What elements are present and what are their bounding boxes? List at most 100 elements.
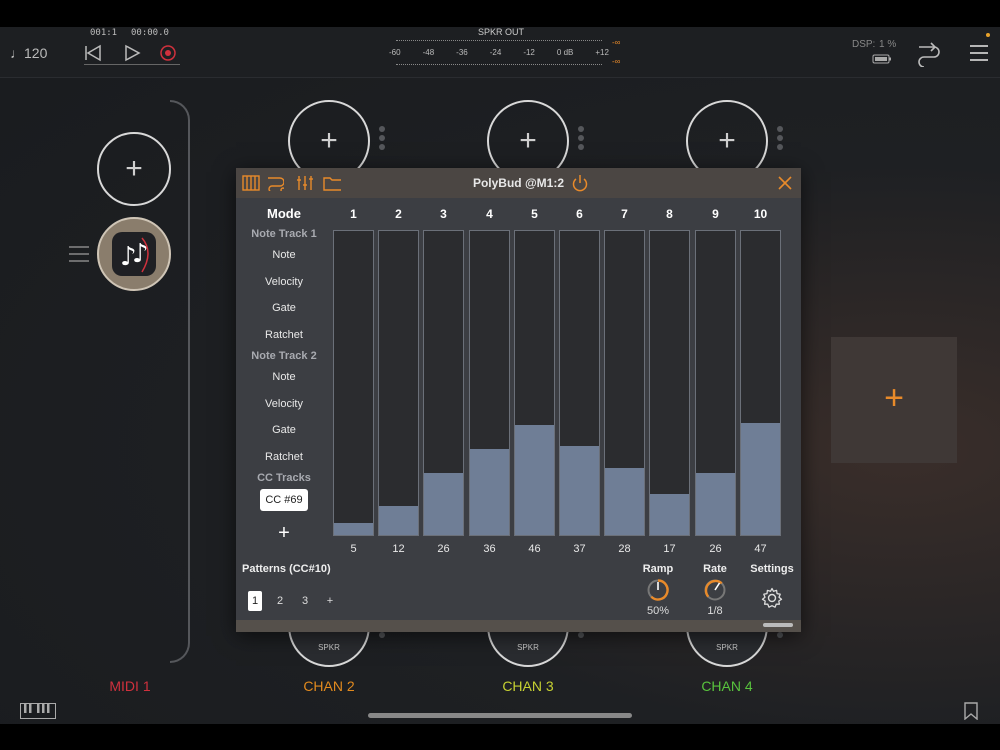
piano-keys-icon[interactable] <box>242 175 260 191</box>
meter-tick: -36 <box>456 48 468 57</box>
step-header: 6 <box>576 207 583 221</box>
polybud-app-icon: ♪ ♪ <box>112 232 156 276</box>
step-slider[interactable] <box>333 230 374 536</box>
pattern-button-3[interactable]: 3 <box>298 591 312 611</box>
plugin-header: PolyBud @M1:2 <box>236 168 801 198</box>
selected-cc-track-button[interactable]: CC #69 <box>260 489 308 511</box>
chan3-output-label: SPKR <box>517 643 539 652</box>
home-bar-area <box>0 724 1000 750</box>
time-readout: 00:00.0 <box>131 28 169 38</box>
routing-icon[interactable] <box>916 41 942 67</box>
step-slider-fill <box>424 472 463 535</box>
chan2-output-label: SPKR <box>318 643 340 652</box>
pattern-button-1[interactable]: 1 <box>248 591 262 611</box>
plus-icon: + <box>519 124 537 157</box>
step-value: 47 <box>754 543 767 555</box>
meter-ticks: -60 -48 -36 -24 -12 0 dB +12 <box>389 48 609 57</box>
step-header: 5 <box>531 207 538 221</box>
close-icon[interactable] <box>778 176 792 190</box>
mode-row-label[interactable]: Note <box>236 371 332 383</box>
folder-icon[interactable] <box>323 175 341 191</box>
resize-handle[interactable] <box>763 623 793 627</box>
mode-row-label[interactable]: Ratchet <box>236 451 332 463</box>
power-icon[interactable] <box>571 174 589 192</box>
menu-icon[interactable] <box>968 42 990 64</box>
plugin-window: PolyBud @M1:2 Mode Note Track 1 Note Veloc… <box>236 168 801 632</box>
mixer-icon[interactable] <box>296 175 314 191</box>
mode-row-label[interactable]: Velocity <box>236 276 332 288</box>
step-slider[interactable] <box>559 230 600 536</box>
chan4-output-dot <box>777 632 783 638</box>
ramp-value: 50% <box>646 605 670 617</box>
bookmark-icon[interactable] <box>963 702 979 720</box>
record-icon[interactable] <box>159 44 177 62</box>
step-slider[interactable] <box>469 230 510 536</box>
rate-knob[interactable] <box>703 578 727 602</box>
step-slider[interactable] <box>649 230 690 536</box>
mode-row-label[interactable]: Gate <box>236 424 332 436</box>
chan3-output-dot <box>578 632 584 638</box>
plus-icon: + <box>718 124 736 157</box>
rate-value: 1/8 <box>707 605 723 617</box>
play-icon[interactable] <box>123 44 141 62</box>
step-slider[interactable] <box>695 230 736 536</box>
ramp-label: Ramp <box>642 563 674 575</box>
rewind-icon[interactable] <box>84 44 102 62</box>
mode-row-label[interactable]: Gate <box>236 302 332 314</box>
step-slider[interactable] <box>514 230 555 536</box>
meter-tick: -60 <box>389 48 401 57</box>
channel-label-chan3: CHAN 3 <box>502 678 554 694</box>
add-midi-source-button[interactable]: + <box>97 132 171 206</box>
battery-icon <box>872 54 891 64</box>
keyboard-icon[interactable] <box>20 703 56 719</box>
step-value: 26 <box>709 543 722 555</box>
step-value: 26 <box>437 543 450 555</box>
step-value: 28 <box>618 543 631 555</box>
step-slider[interactable] <box>423 230 464 536</box>
track-section-label: Note Track 2 <box>251 350 317 362</box>
gear-icon[interactable] <box>761 587 783 609</box>
chan3-options-icon[interactable] <box>578 123 584 153</box>
meter-bottom-scale <box>396 60 602 65</box>
pattern-add-button[interactable]: + <box>323 591 337 611</box>
mode-row-label[interactable]: Note <box>236 249 332 261</box>
mode-row-label[interactable]: Velocity <box>236 398 332 410</box>
chan4-output-label: SPKR <box>716 643 738 652</box>
plugin-title: PolyBud @M1:2 <box>472 176 565 190</box>
step-header: 7 <box>621 207 628 221</box>
step-slider[interactable] <box>604 230 645 536</box>
rate-label: Rate <box>703 563 727 575</box>
tempo-label[interactable]: ♩120 <box>10 45 47 61</box>
plus-icon: + <box>320 124 338 157</box>
notification-dot <box>986 33 990 37</box>
chan4-options-icon[interactable] <box>777 123 783 153</box>
meter-peak-left: -∞ <box>612 38 621 47</box>
polybud-plugin-slot[interactable]: ♪ ♪ <box>97 217 171 291</box>
step-header: 8 <box>666 207 673 221</box>
home-indicator[interactable] <box>368 713 632 718</box>
meter-top-scale <box>396 40 602 45</box>
step-header: 10 <box>753 207 768 221</box>
add-track-button[interactable]: + <box>274 522 294 545</box>
add-channel-button[interactable]: + <box>831 337 957 463</box>
meter-peak-right: -∞ <box>612 57 621 66</box>
mode-row-label[interactable]: Ratchet <box>236 329 332 341</box>
step-value: 17 <box>663 543 676 555</box>
meter-tick: -12 <box>523 48 535 57</box>
step-header: 1 <box>350 207 357 221</box>
pattern-button-2[interactable]: 2 <box>273 591 287 611</box>
step-slider[interactable] <box>740 230 781 536</box>
drag-handle-icon[interactable] <box>68 244 90 264</box>
step-slider-fill <box>379 506 418 535</box>
step-slider-fill <box>334 523 373 535</box>
step-header: 9 <box>712 207 719 221</box>
dsp-label: DSP: <box>852 39 876 50</box>
step-slider[interactable] <box>378 230 419 536</box>
status-bar <box>0 0 1000 27</box>
routing-icon[interactable] <box>266 175 284 191</box>
dsp-value: 1 % <box>879 39 897 50</box>
channel-label-chan2: CHAN 2 <box>303 678 355 694</box>
meter-tick: 0 dB <box>556 48 574 57</box>
ramp-knob[interactable] <box>646 578 670 602</box>
chan2-options-icon[interactable] <box>379 123 385 153</box>
